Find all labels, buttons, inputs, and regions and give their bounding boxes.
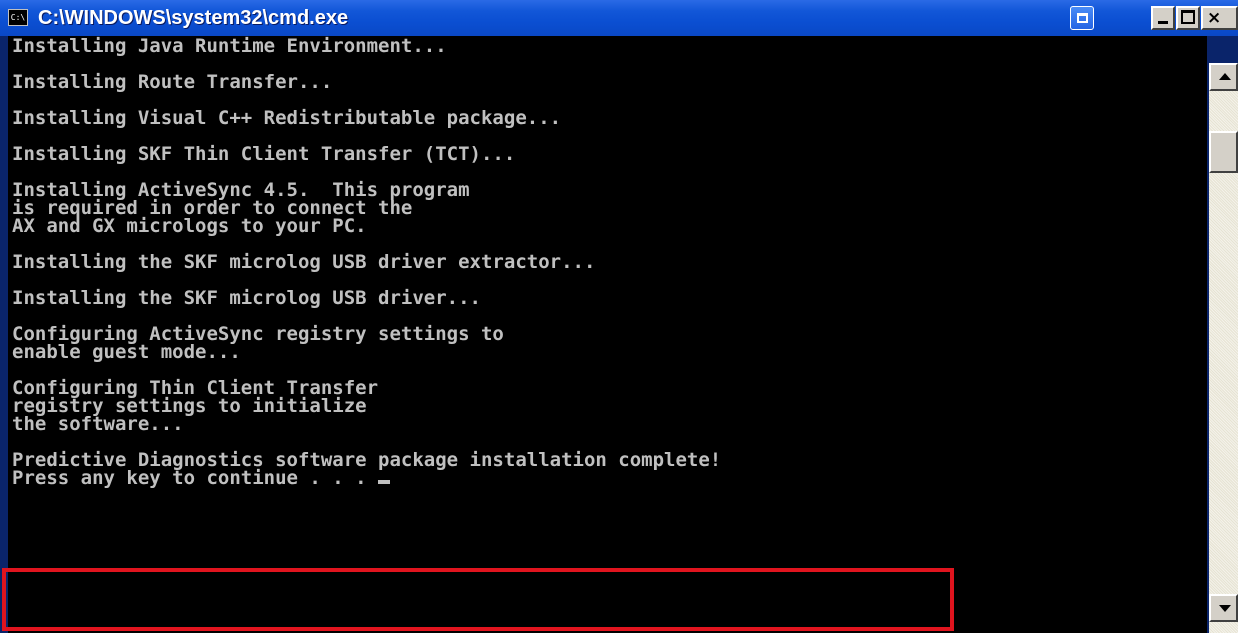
restore-button[interactable] bbox=[1070, 6, 1094, 30]
scroll-down-button[interactable] bbox=[1209, 594, 1238, 622]
continue-prompt: Press any key to continue . . . bbox=[12, 467, 1207, 489]
console-line: AX and GX micrologs to your PC. bbox=[12, 215, 367, 237]
console-line: Installing Java Runtime Environment... bbox=[12, 36, 447, 57]
text-cursor bbox=[378, 480, 391, 484]
scroll-thumb[interactable] bbox=[1209, 131, 1238, 173]
console-line: Installing Route Transfer... bbox=[12, 71, 333, 93]
continue-prompt-text: Press any key to continue . . . bbox=[12, 467, 379, 489]
console-line: Installing Visual C++ Redistributable pa… bbox=[12, 107, 562, 129]
console-line: registry settings to initialize bbox=[12, 395, 367, 417]
vertical-scrollbar[interactable] bbox=[1209, 63, 1238, 633]
maximize-button[interactable] bbox=[1176, 6, 1200, 30]
console-line: enable guest mode... bbox=[12, 341, 241, 363]
cmd-window: C:\ C:\WINDOWS\system32\cmd.exe × Instal… bbox=[0, 0, 1238, 633]
arrow-up-icon bbox=[1219, 73, 1231, 80]
minimize-button[interactable] bbox=[1151, 6, 1175, 30]
minimize-icon bbox=[1158, 21, 1168, 24]
restore-icon bbox=[1077, 13, 1088, 23]
arrow-down-icon bbox=[1219, 605, 1231, 612]
maximize-icon bbox=[1181, 10, 1195, 24]
console-output[interactable]: Installing Java Runtime Environment... I… bbox=[8, 36, 1207, 633]
console-line: Installing SKF Thin Client Transfer (TCT… bbox=[12, 143, 516, 165]
console-line: Installing the SKF microlog USB driver e… bbox=[12, 251, 596, 273]
scroll-up-button[interactable] bbox=[1209, 63, 1238, 91]
window-title: C:\WINDOWS\system32\cmd.exe bbox=[38, 7, 349, 29]
close-icon: × bbox=[1207, 8, 1222, 28]
console-line: Installing the SKF microlog USB driver..… bbox=[12, 287, 481, 309]
close-button[interactable]: × bbox=[1201, 6, 1238, 30]
title-bar[interactable]: C:\ C:\WINDOWS\system32\cmd.exe × bbox=[0, 0, 1238, 36]
console-line: the software... bbox=[12, 413, 184, 435]
cmd-console-icon[interactable]: C:\ bbox=[8, 9, 28, 26]
